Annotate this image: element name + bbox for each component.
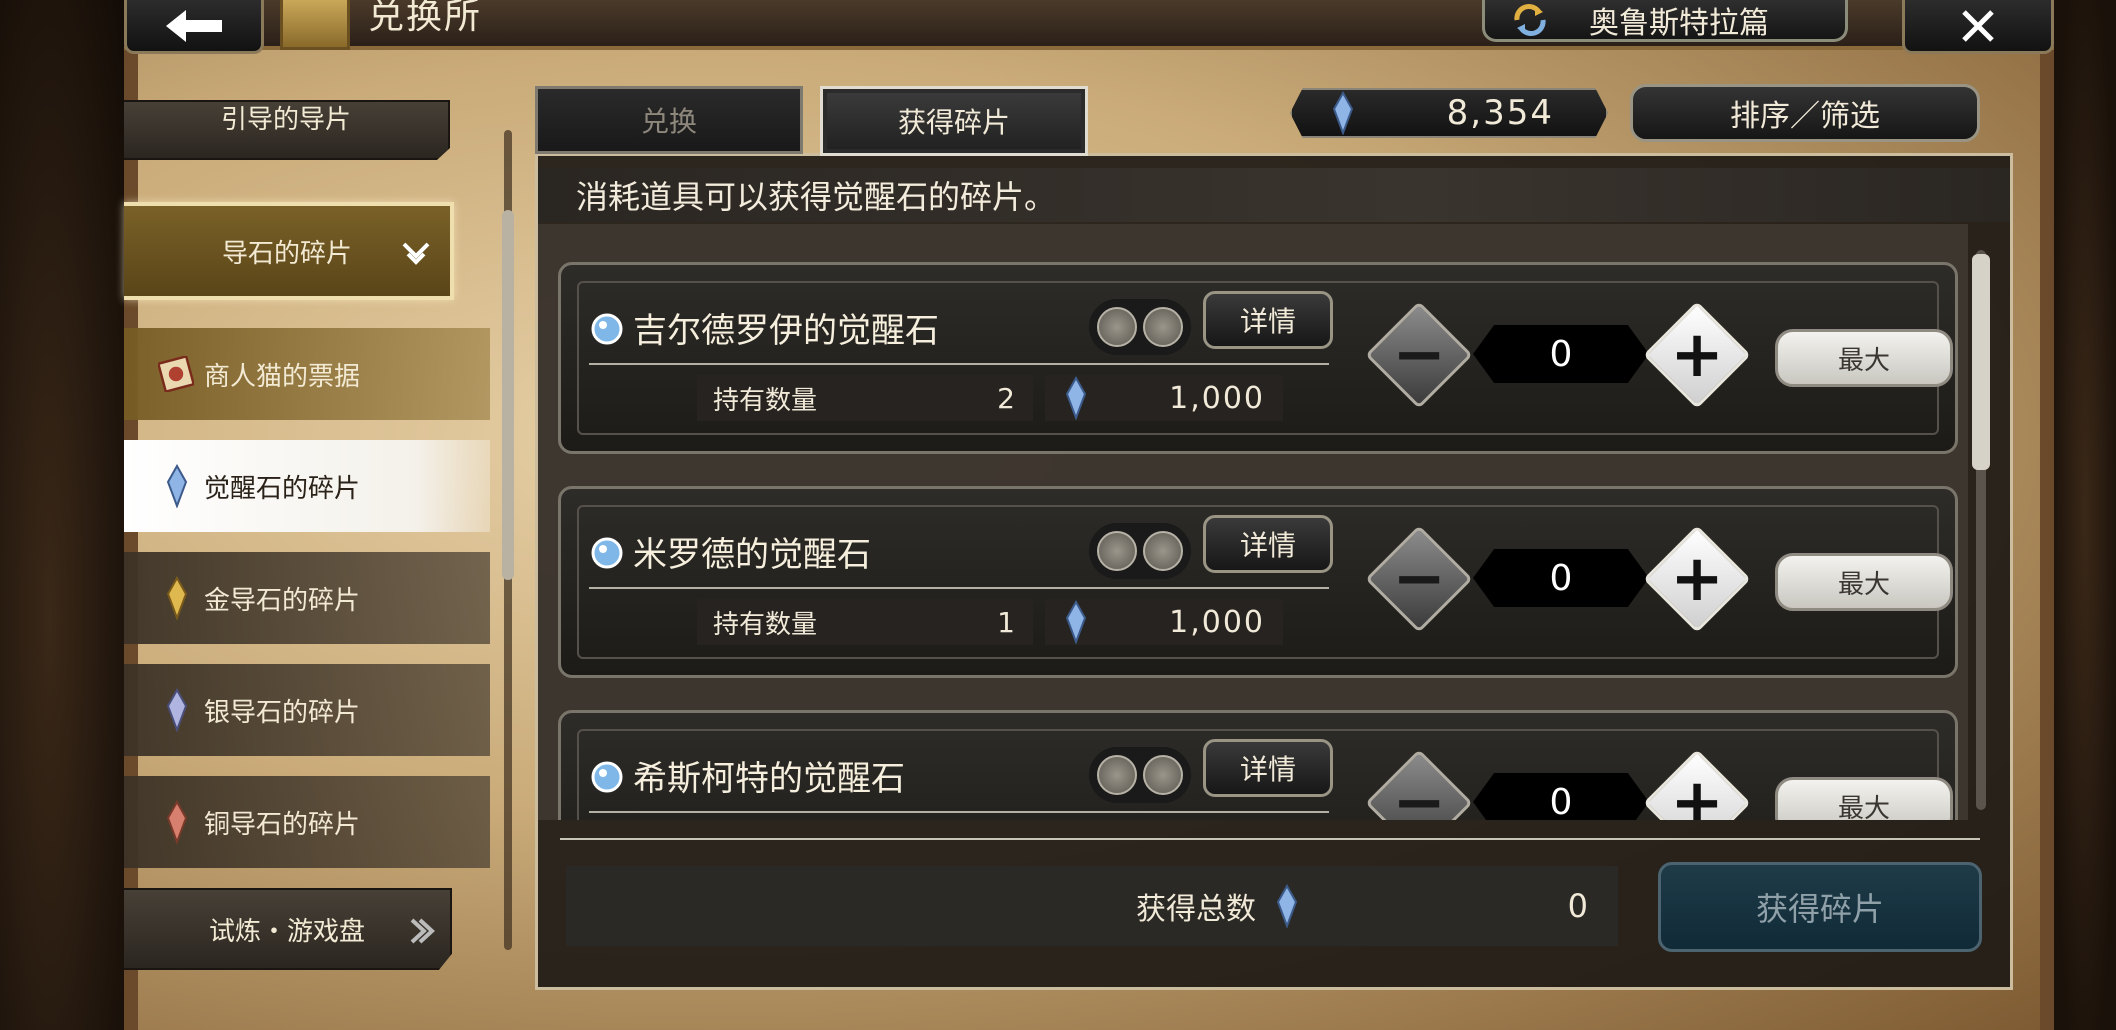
chapter-switch-button[interactable]: 奥鲁斯特拉篇 <box>1482 0 1848 42</box>
max-button[interactable]: 最大 <box>1775 553 1953 611</box>
quantity-display: 0 <box>1473 549 1649 607</box>
total-value: 0 <box>1567 887 1588 925</box>
element-badge-icon <box>1143 531 1183 571</box>
blue-crystal-icon <box>166 464 188 508</box>
shard-yield-box: 1,000 <box>1045 375 1283 421</box>
close-icon <box>1962 9 1994 42</box>
held-quantity-box: 持有数量 2 <box>697 375 1033 421</box>
sidebar-category-guide[interactable]: 引导的导片 <box>124 100 450 160</box>
page-title: 兑换所 <box>368 0 483 37</box>
description-bar: 消耗道具可以获得觉醒石的碎片。 <box>538 168 2010 222</box>
quantity-display: 0 <box>1473 325 1649 383</box>
collapse-chevron-icon <box>402 242 430 265</box>
sidebar-scrollbar-thumb[interactable] <box>502 210 514 580</box>
chapter-label: 奥鲁斯特拉篇 <box>1589 5 1769 41</box>
blue-crystal-icon <box>1065 376 1087 420</box>
detail-button[interactable]: 详情 <box>1203 515 1333 573</box>
divider <box>589 587 1329 589</box>
list-item: 吉尔德罗伊的觉醒石 详情 持有数量 2 1,000 − 0 + 最大 <box>558 262 1958 454</box>
sidebar-item-awakening-shard[interactable]: 觉醒石的碎片 <box>124 440 490 532</box>
shard-yield-value: 1,000 <box>1169 380 1265 416</box>
detail-button[interactable]: 详情 <box>1203 291 1333 349</box>
close-button[interactable] <box>1902 0 2054 54</box>
blue-crystal-icon <box>1276 884 1298 928</box>
item-list[interactable]: 吉尔德罗伊的觉醒石 详情 持有数量 2 1,000 − 0 + 最大 米罗德的觉… <box>538 224 1968 820</box>
expand-chevron-icon <box>410 918 435 944</box>
list-scrollbar-thumb[interactable] <box>1972 254 1990 470</box>
copper-crystal-icon <box>166 800 188 844</box>
footer-divider <box>560 838 1980 840</box>
held-quantity: 1 <box>997 605 1015 639</box>
sort-filter-button[interactable]: 排序／筛选 <box>1630 84 1980 142</box>
ticket-icon <box>158 356 194 392</box>
back-button[interactable] <box>124 0 264 54</box>
blue-crystal-icon <box>1332 91 1354 135</box>
blue-crystal-icon <box>1065 600 1087 644</box>
item-name: 吉尔德罗伊的觉醒石 <box>633 311 939 351</box>
badge-group <box>1089 299 1191 355</box>
back-arrow-icon <box>166 9 222 42</box>
divider <box>589 363 1329 365</box>
tab-obtain-shards[interactable]: 获得碎片 <box>820 86 1088 156</box>
item-name: 希斯柯特的觉醒石 <box>633 759 905 799</box>
item-name: 米罗德的觉醒石 <box>633 535 871 575</box>
obtain-shards-button[interactable]: 获得碎片 <box>1658 862 1982 952</box>
rank-badge-icon <box>1097 755 1137 795</box>
badge-group <box>1089 747 1191 803</box>
sidebar-category-trial-board[interactable]: 试炼・游戏盘 <box>124 888 452 970</box>
awakening-stone-icon <box>591 761 623 793</box>
badge-group <box>1089 523 1191 579</box>
max-button[interactable]: 最大 <box>1775 777 1953 820</box>
element-badge-icon <box>1143 307 1183 347</box>
divider <box>589 811 1329 813</box>
awakening-stone-icon <box>591 313 623 345</box>
left-backdrop <box>0 0 124 1030</box>
refresh-icon <box>1514 3 1546 36</box>
sidebar-item-gold-shard[interactable]: 金导石的碎片 <box>124 552 490 644</box>
sidebar-item-silver-shard[interactable]: 银导石的碎片 <box>124 664 490 756</box>
sidebar-item-merchant-cat-ticket[interactable]: 商人猫的票据 <box>124 328 490 420</box>
detail-button[interactable]: 详情 <box>1203 739 1333 797</box>
held-quantity-box: 持有数量 1 <box>697 599 1033 645</box>
rank-badge-icon <box>1097 531 1137 571</box>
gold-crystal-icon <box>166 576 188 620</box>
description-text: 消耗道具可以获得觉醒石的碎片。 <box>576 178 1057 216</box>
quantity-display: 0 <box>1473 773 1649 820</box>
awakening-stone-icon <box>591 537 623 569</box>
currency-value: 8,354 <box>1446 93 1554 133</box>
list-item: 希斯柯特的觉醒石 详情 − 0 + 最大 <box>558 710 1958 820</box>
list-item: 米罗德的觉醒石 详情 持有数量 1 1,000 − 0 + 最大 <box>558 486 1958 678</box>
total-label: 获得总数 <box>1136 892 1256 927</box>
element-badge-icon <box>1143 755 1183 795</box>
rank-badge-icon <box>1097 307 1137 347</box>
silver-crystal-icon <box>166 688 188 732</box>
right-backdrop <box>2054 0 2116 1030</box>
held-quantity: 2 <box>997 381 1015 415</box>
shard-yield-value: 1,000 <box>1169 604 1265 640</box>
total-box: 获得总数 0 <box>566 866 1618 946</box>
sidebar-category-guidestone[interactable]: 导石的碎片 <box>124 202 454 300</box>
shard-yield-box: 1,000 <box>1045 599 1283 645</box>
currency-display: 8,354 <box>1290 88 1608 138</box>
max-button[interactable]: 最大 <box>1775 329 1953 387</box>
shop-emblem-icon <box>280 0 350 50</box>
tab-exchange[interactable]: 兑换 <box>535 86 803 154</box>
sidebar-item-copper-shard[interactable]: 铜导石的碎片 <box>124 776 490 868</box>
